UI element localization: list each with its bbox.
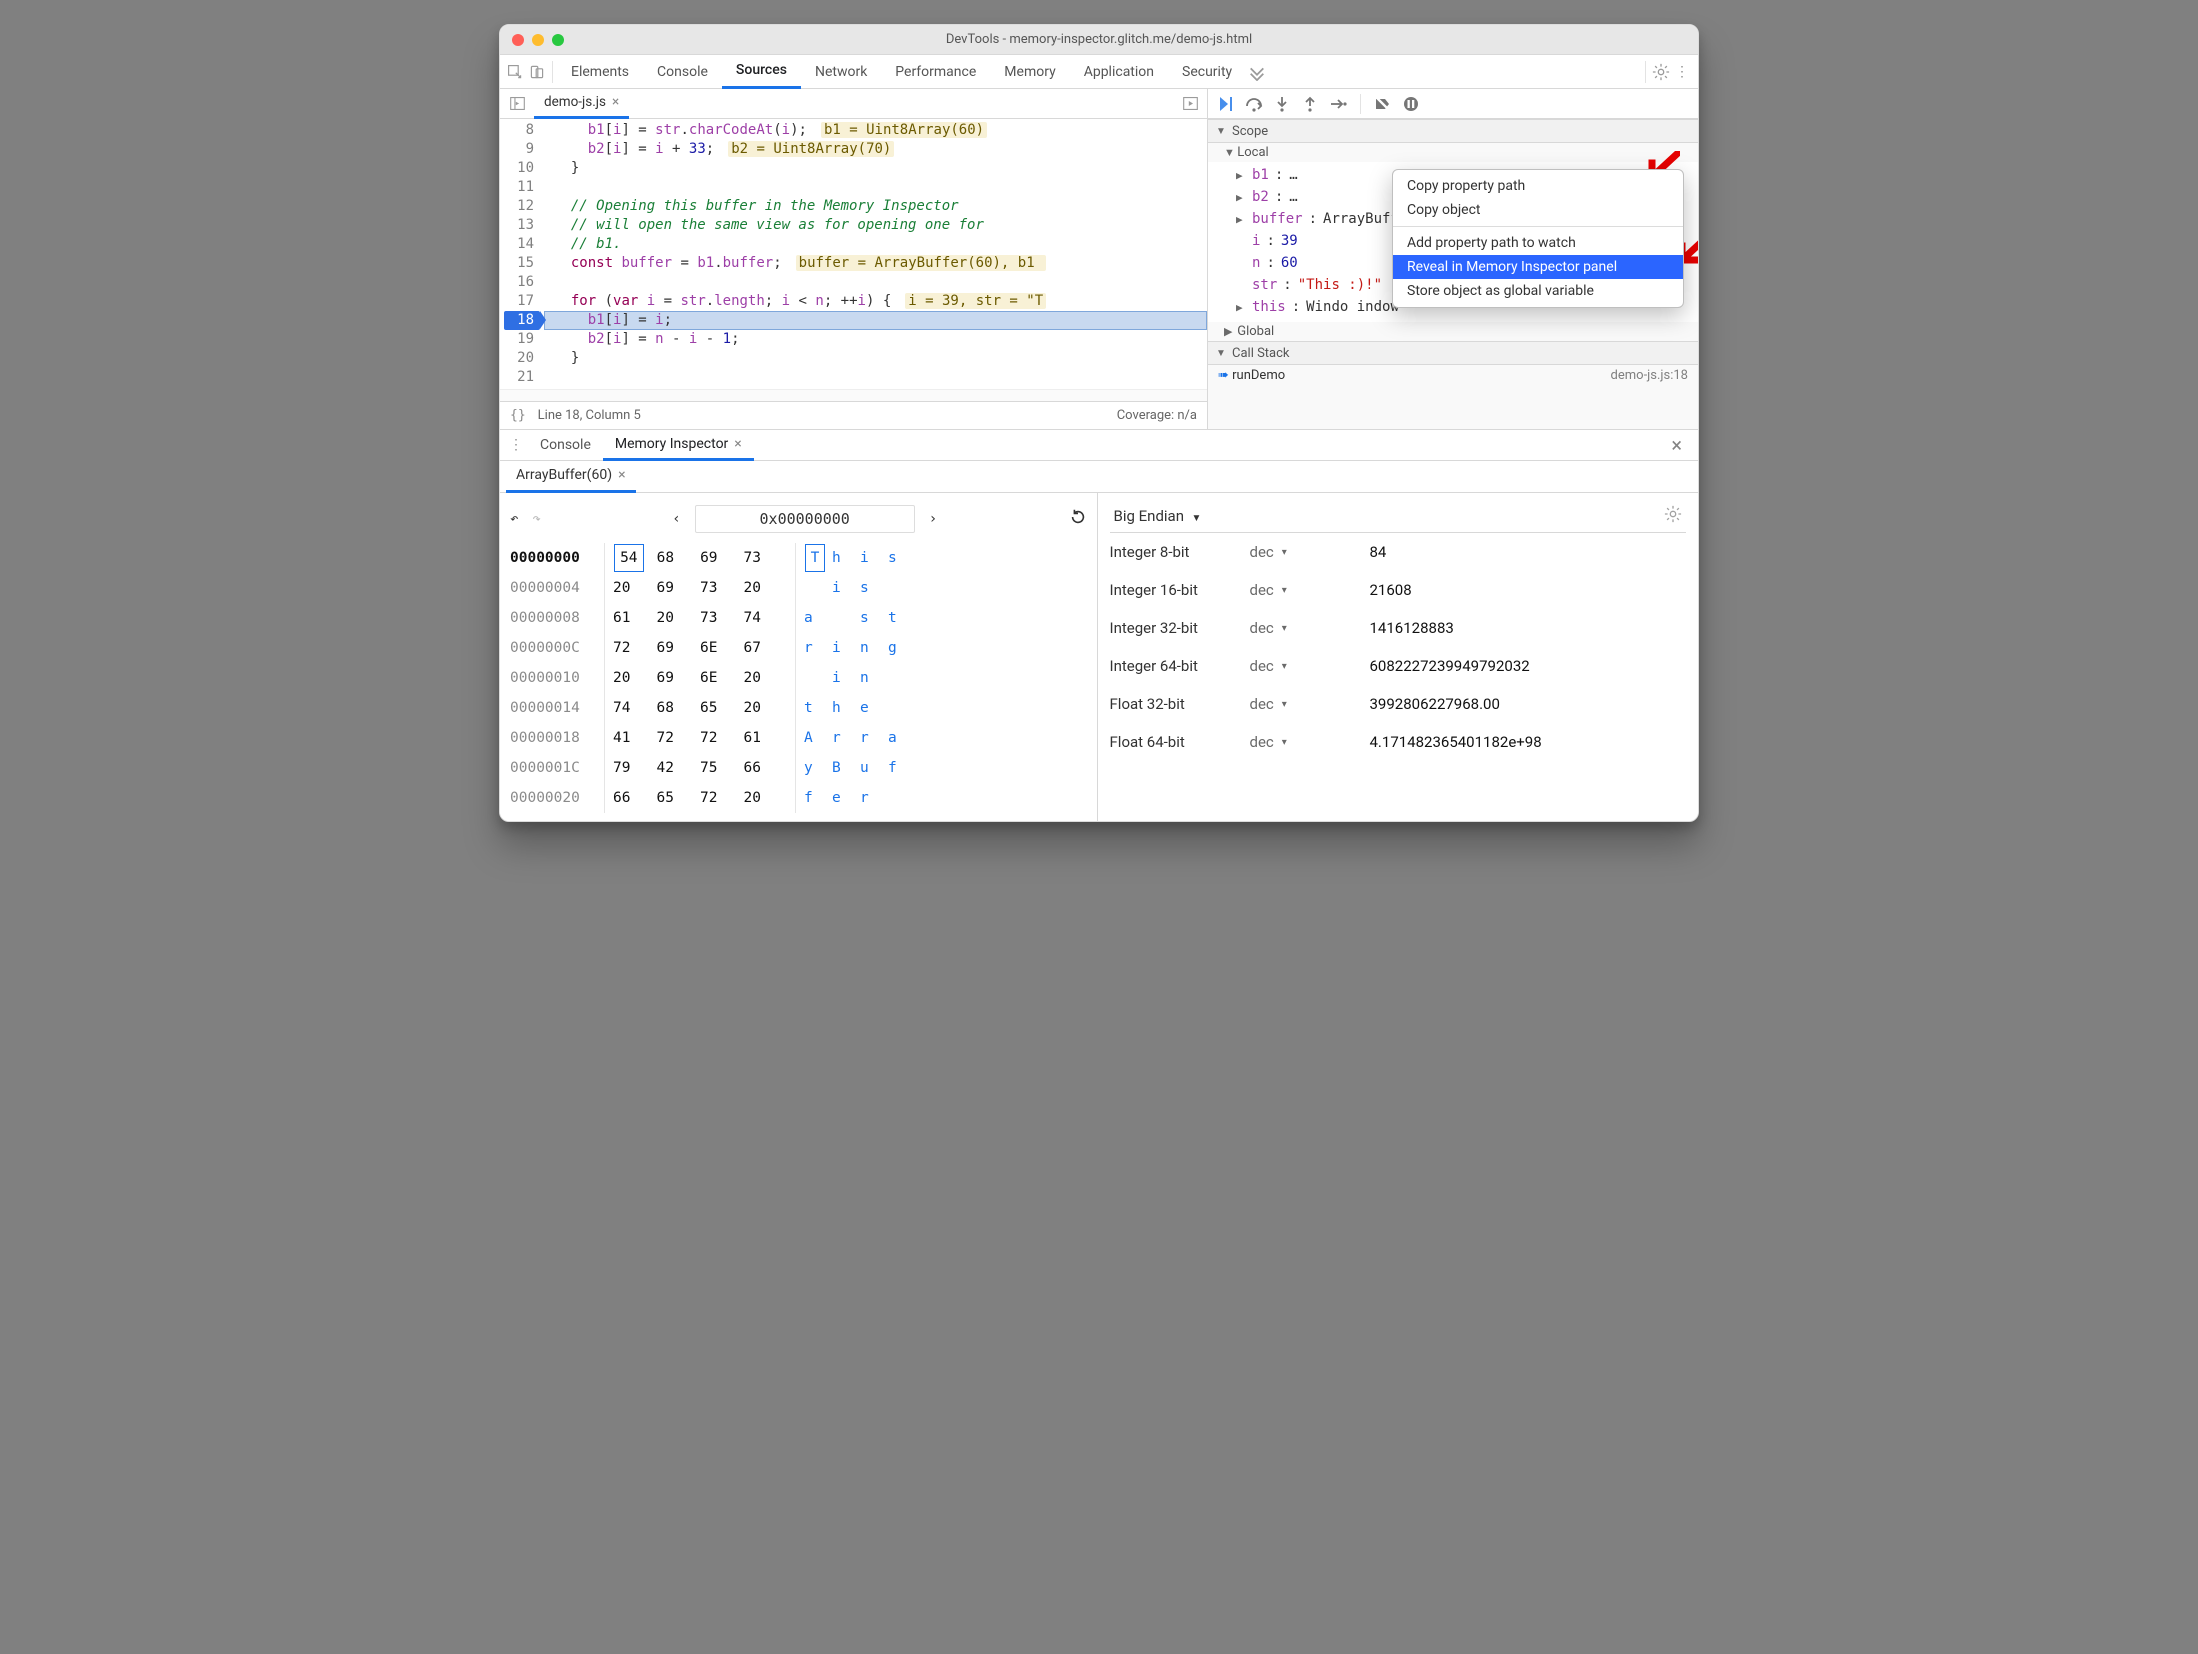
step-over-icon[interactable] — [1244, 94, 1264, 114]
code-editor[interactable]: 89101112131415161718192021 b1[i] = str.c… — [500, 119, 1207, 389]
drawer-tabs: ⋮ Console Memory Inspector × × — [500, 429, 1698, 461]
value-type-row: Integer 64-bitdec ▾6082227239949792032 — [1110, 647, 1687, 685]
hex-viewer[interactable]: 0000000054686973This0000000420697320 is … — [510, 537, 1087, 813]
tab-performance[interactable]: Performance — [881, 55, 990, 89]
hex-row[interactable]: 0000001841727261Arra — [510, 723, 1087, 753]
file-tabs: demo-js.js × — [500, 89, 1207, 119]
hex-row[interactable]: 0000000861207374a st — [510, 603, 1087, 633]
titlebar: DevTools - memory-inspector.glitch.me/de… — [500, 25, 1698, 55]
step-out-icon[interactable] — [1300, 94, 1320, 114]
kebab-menu-icon[interactable]: ⋮ — [1672, 61, 1694, 83]
braces-icon[interactable]: {} — [510, 408, 526, 423]
tab-memory[interactable]: Memory — [990, 55, 1069, 89]
memory-buffer-tab[interactable]: ArrayBuffer(60) × — [506, 461, 636, 493]
device-icon[interactable] — [526, 61, 548, 83]
scope-global-header[interactable]: ▶ Global — [1208, 322, 1698, 341]
format-select[interactable]: dec ▾ — [1250, 695, 1370, 713]
coverage-status: Coverage: n/a — [1117, 408, 1197, 423]
file-tab-active[interactable]: demo-js.js × — [534, 89, 629, 119]
step-icon[interactable] — [1328, 94, 1348, 114]
run-snippet-icon[interactable] — [1179, 93, 1201, 115]
format-select[interactable]: dec ▾ — [1250, 733, 1370, 751]
format-select[interactable]: dec ▾ — [1250, 657, 1370, 675]
scope-section-header[interactable]: ▼Scope — [1208, 119, 1698, 143]
value-type-row: Integer 16-bitdec ▾21608 — [1110, 571, 1687, 609]
format-select[interactable]: dec ▾ — [1250, 619, 1370, 637]
context-menu-item[interactable]: Copy property path — [1393, 174, 1683, 198]
callstack-section-header[interactable]: ▼Call Stack — [1208, 341, 1698, 365]
value-type-row: Float 64-bitdec ▾4.171482365401182e+98 — [1110, 723, 1687, 761]
tab-row: Elements Console Sources Network Perform… — [500, 55, 1698, 89]
scope-local-header[interactable]: ▼ Local — [1208, 143, 1698, 162]
step-into-icon[interactable] — [1272, 94, 1292, 114]
hex-row[interactable]: 0000000420697320 is — [510, 573, 1087, 603]
tab-console[interactable]: Console — [643, 55, 722, 89]
value-type-row: Integer 32-bitdec ▾1416128883 — [1110, 609, 1687, 647]
value-type-row: Float 32-bitdec ▾3992806227968.00 — [1110, 685, 1687, 723]
close-icon[interactable]: × — [612, 94, 619, 110]
hex-row[interactable]: 0000001020696E20 in — [510, 663, 1087, 693]
resume-icon[interactable] — [1216, 94, 1236, 114]
value-interpretations: Integer 8-bitdec ▾84Integer 16-bitdec ▾2… — [1110, 533, 1687, 761]
prev-page-icon[interactable]: ‹ — [672, 511, 680, 527]
context-menu-item[interactable]: Store object as global variable — [1393, 279, 1683, 303]
drawer-tab-console[interactable]: Console — [528, 429, 603, 461]
settings-icon[interactable] — [1650, 61, 1672, 83]
context-menu-item[interactable]: Add property path to watch — [1393, 231, 1683, 255]
context-menu: Copy property pathCopy object Add propert… — [1392, 169, 1684, 308]
close-icon[interactable]: × — [618, 467, 625, 483]
endianness-row: Big Endian ▼ — [1110, 499, 1687, 533]
hex-row[interactable]: 0000000C72696E67ring — [510, 633, 1087, 663]
tab-security[interactable]: Security — [1168, 55, 1246, 89]
hex-row[interactable]: 0000002066657220fer — [510, 783, 1087, 813]
tab-sources[interactable]: Sources — [722, 55, 801, 89]
cursor-position: Line 18, Column 5 — [538, 408, 641, 423]
close-icon[interactable]: × — [734, 436, 741, 452]
endianness-select[interactable]: Big Endian ▼ — [1114, 507, 1202, 525]
format-select[interactable]: dec ▾ — [1250, 581, 1370, 599]
drawer-close-icon[interactable]: × — [1661, 433, 1692, 457]
tab-elements[interactable]: Elements — [557, 55, 643, 89]
settings-icon[interactable] — [1664, 505, 1682, 527]
redo-icon[interactable]: ↷ — [532, 511, 540, 527]
hex-row[interactable]: 0000001474686520the — [510, 693, 1087, 723]
tab-network[interactable]: Network — [801, 55, 881, 89]
hex-row[interactable]: 0000001C79427566yBuf — [510, 753, 1087, 783]
tab-application[interactable]: Application — [1070, 55, 1168, 89]
drawer-tab-memory-inspector[interactable]: Memory Inspector × — [603, 429, 754, 461]
deactivate-breakpoints-icon[interactable] — [1373, 94, 1393, 114]
navigator-icon[interactable] — [506, 93, 528, 115]
next-page-icon[interactable]: › — [929, 511, 937, 527]
debugger-toolbar — [1208, 89, 1698, 119]
pause-exceptions-icon[interactable] — [1401, 94, 1421, 114]
format-select[interactable]: dec ▾ — [1250, 543, 1370, 561]
memory-nav: ↶ ↷ ‹ 0x00000000 › — [510, 501, 1087, 537]
memory-buffer-tabs: ArrayBuffer(60) × — [500, 461, 1698, 493]
devtools-window: DevTools - memory-inspector.glitch.me/de… — [499, 24, 1699, 822]
context-menu-item[interactable]: Reveal in Memory Inspector panel — [1393, 255, 1683, 279]
address-input[interactable]: 0x00000000 — [695, 505, 915, 533]
refresh-icon[interactable] — [1069, 508, 1087, 530]
scrollbar-horizontal[interactable] — [500, 389, 1207, 401]
more-tabs-icon[interactable] — [1246, 61, 1268, 83]
drawer-menu-icon[interactable]: ⋮ — [506, 434, 528, 456]
memory-inspector: ↶ ↷ ‹ 0x00000000 › 0000000054686973This0… — [500, 493, 1698, 821]
inspect-icon[interactable] — [504, 61, 526, 83]
hex-row[interactable]: 0000000054686973This — [510, 543, 1087, 573]
window-title: DevTools - memory-inspector.glitch.me/de… — [500, 32, 1698, 47]
value-type-row: Integer 8-bitdec ▾84 — [1110, 533, 1687, 571]
context-menu-item[interactable]: Copy object — [1393, 198, 1683, 222]
file-tab-label: demo-js.js — [544, 94, 606, 110]
editor-statusbar: {} Line 18, Column 5 Coverage: n/a — [500, 401, 1207, 429]
callstack-frame[interactable]: ➠ runDemo demo-js.js:18 — [1208, 365, 1698, 386]
undo-icon[interactable]: ↶ — [510, 511, 518, 527]
sources-panel: demo-js.js × 89101112131415161718192021 … — [500, 89, 1698, 429]
